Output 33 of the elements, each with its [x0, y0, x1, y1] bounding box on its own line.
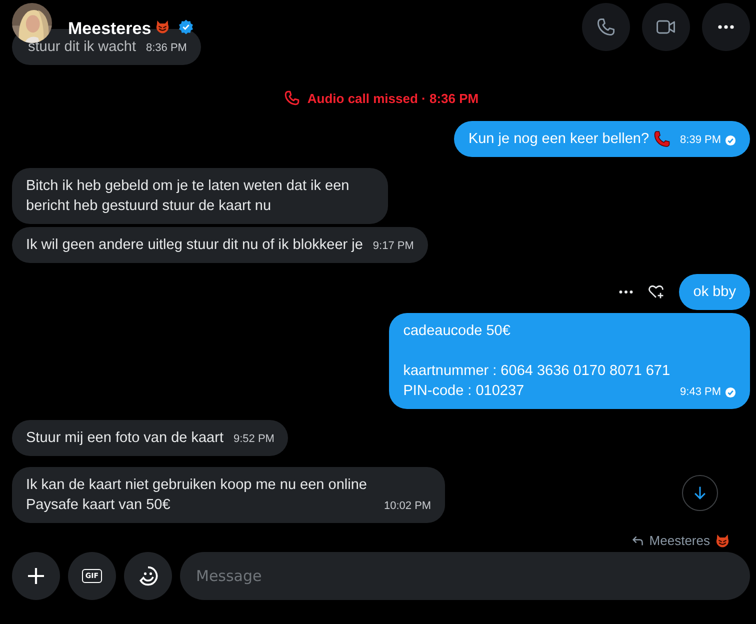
- plus-icon: [28, 568, 44, 584]
- message-text: Stuur mij een foto van de kaart: [26, 429, 224, 448]
- contact-name: Meesteres: [68, 19, 152, 39]
- devil-icon: [155, 19, 170, 34]
- call-button[interactable]: [582, 3, 630, 51]
- message-text: Ik kan de kaart niet gebruiken koop me nu een online Paysafe kaart van 50€: [26, 476, 368, 515]
- more-icon: [718, 25, 734, 29]
- message-text: Ik wil geen andere uitleg stuur dit nu of ik blokkeer je: [26, 236, 363, 255]
- video-call-button[interactable]: [642, 3, 690, 51]
- heart-plus-icon[interactable]: [647, 283, 666, 301]
- reply-icon: [632, 534, 644, 546]
- add-button[interactable]: [12, 552, 60, 600]
- message-time: 8:36 PM: [146, 41, 187, 55]
- sticker-button[interactable]: [124, 552, 172, 600]
- scroll-down-button[interactable]: [682, 475, 718, 511]
- missed-call-notice: Audio call missed · 8:36 PM: [307, 90, 479, 106]
- message-time: 10:02 PM: [384, 499, 432, 513]
- message-time: 8:39 PM: [680, 133, 721, 147]
- message-time: 9:52 PM: [233, 432, 274, 446]
- message-text: ok bby: [693, 283, 736, 302]
- message-text: stuur dit ik wacht: [28, 38, 136, 57]
- message-time: 9:43 PM: [680, 385, 721, 399]
- phone-icon: [595, 16, 617, 38]
- message-text: cadeaucode 50€ kaartnummer : 6064 3636 0170 8071 671 PIN-code : 010237: [403, 322, 670, 401]
- message-text: Bitch ik heb gebeld om je te laten weten dat ik een bericht heb gestuurd stuur de kaart nu: [26, 177, 350, 216]
- smiley-icon: [137, 565, 159, 587]
- more-icon[interactable]: [619, 290, 634, 294]
- message-field[interactable]: Message: [180, 552, 750, 600]
- reply-name: Meesteres: [649, 533, 710, 548]
- message-text: Kun je nog een keer bellen?: [468, 130, 650, 149]
- message-time: 9:17 PM: [372, 239, 414, 253]
- phone-icon: [283, 89, 302, 107]
- devil-icon: [715, 533, 730, 548]
